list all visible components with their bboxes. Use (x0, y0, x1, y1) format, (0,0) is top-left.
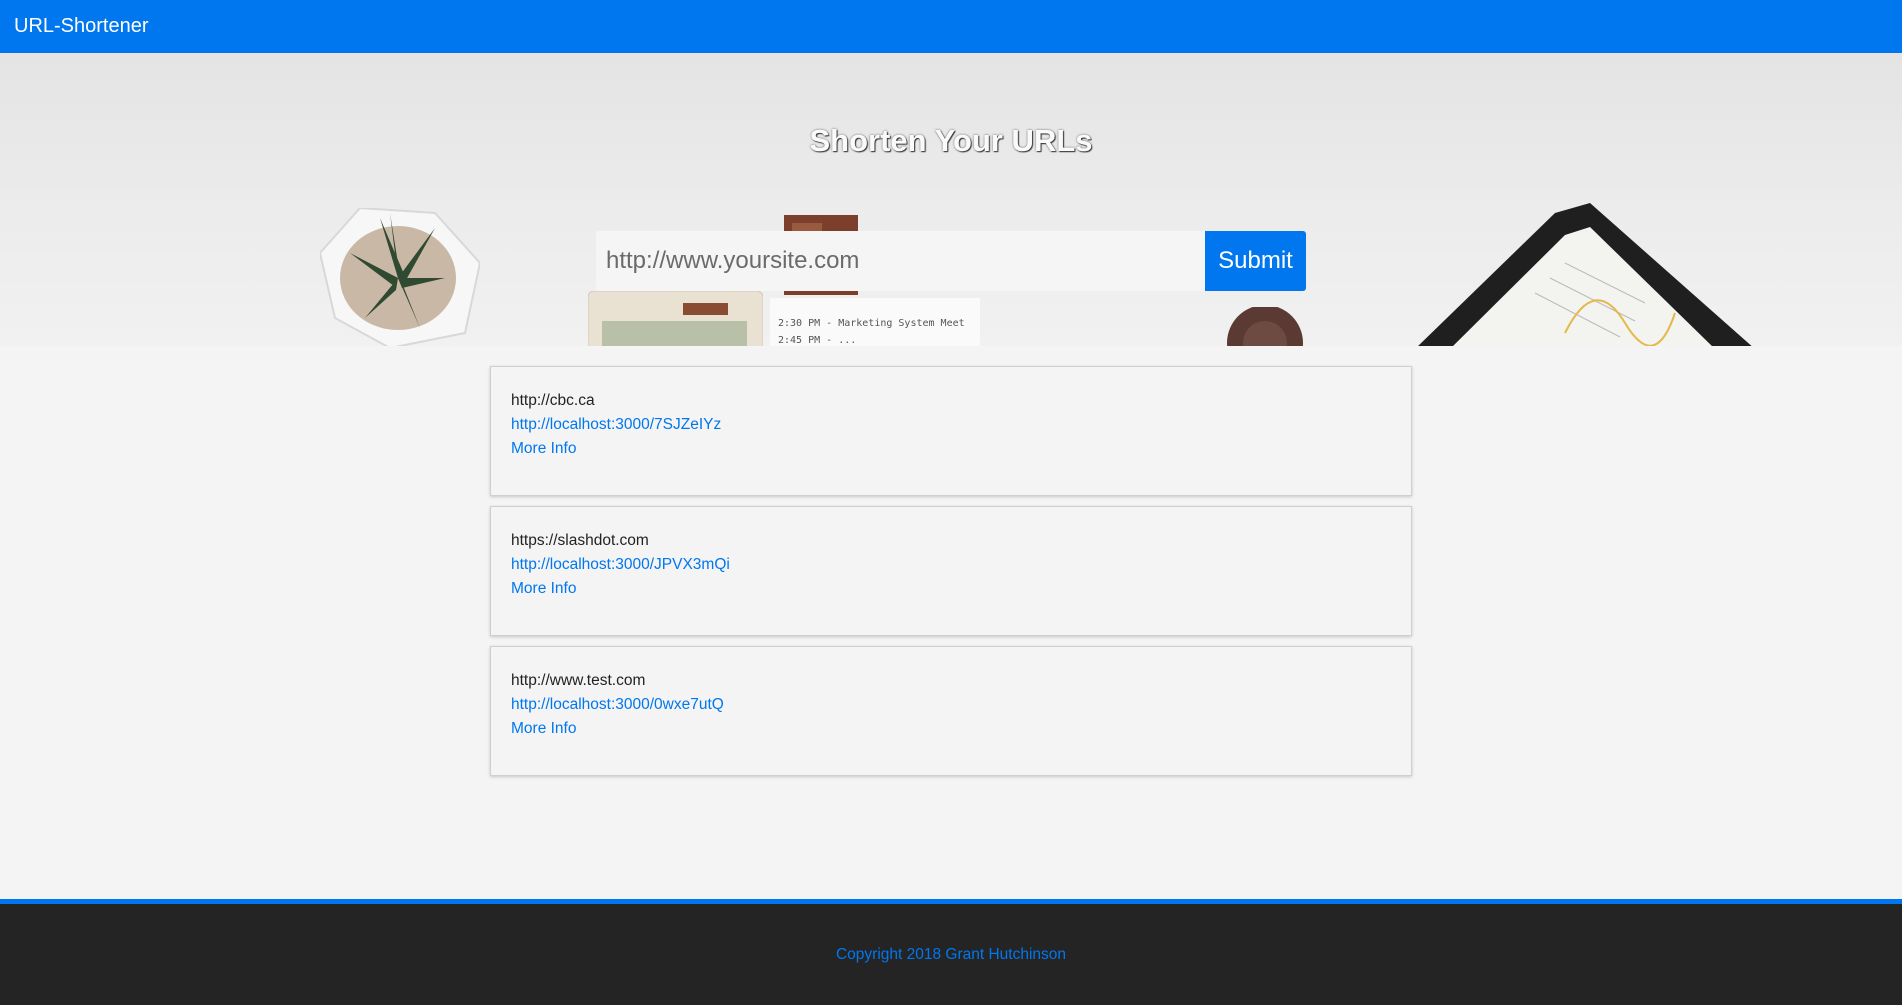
more-info-link[interactable]: More Info (511, 437, 1391, 461)
hero-banner: 2:30 PM - Marketing System Meet 2:45 PM … (0, 53, 1902, 346)
copyright-text: Copyright 2018 Grant Hutchinson (835, 946, 1067, 963)
calculator-image (588, 291, 763, 346)
url-card: http://www.test.com http://localhost:300… (490, 646, 1412, 776)
original-url: http://cbc.ca (511, 392, 595, 409)
original-url: http://www.test.com (511, 672, 646, 689)
tablet-image (1418, 203, 1752, 346)
short-url-link[interactable]: http://localhost:3000/7SJZeIYz (511, 413, 1391, 437)
shorten-form: Submit (596, 231, 1306, 291)
original-url: https://slashdot.com (511, 532, 649, 549)
short-url-link[interactable]: http://localhost:3000/0wxe7utQ (511, 693, 1391, 717)
svg-text:2:45 PM - ...: 2:45 PM - ... (778, 335, 856, 346)
url-input[interactable] (596, 231, 1205, 291)
footer: Copyright 2018 Grant Hutchinson (0, 899, 1902, 1005)
url-card: https://slashdot.com http://localhost:30… (490, 506, 1412, 636)
navbar: URL-Shortener (0, 0, 1902, 53)
url-list: http://cbc.ca http://localhost:3000/7SJZ… (490, 366, 1412, 786)
succulent-plant-image (320, 208, 480, 346)
hero-title: Shorten Your URLs (809, 123, 1093, 158)
svg-text:2:30 PM - Marketing System Mee: 2:30 PM - Marketing System Meet (778, 318, 965, 329)
notepad-image: 2:30 PM - Marketing System Meet 2:45 PM … (770, 298, 980, 346)
more-info-link[interactable]: More Info (511, 577, 1391, 601)
url-card: http://cbc.ca http://localhost:3000/7SJZ… (490, 366, 1412, 496)
more-info-link[interactable]: More Info (511, 717, 1391, 741)
brand-link[interactable]: URL-Shortener (14, 15, 149, 38)
short-url-link[interactable]: http://localhost:3000/JPVX3mQi (511, 553, 1391, 577)
knob-image (1227, 307, 1303, 346)
submit-button[interactable]: Submit (1205, 231, 1306, 291)
